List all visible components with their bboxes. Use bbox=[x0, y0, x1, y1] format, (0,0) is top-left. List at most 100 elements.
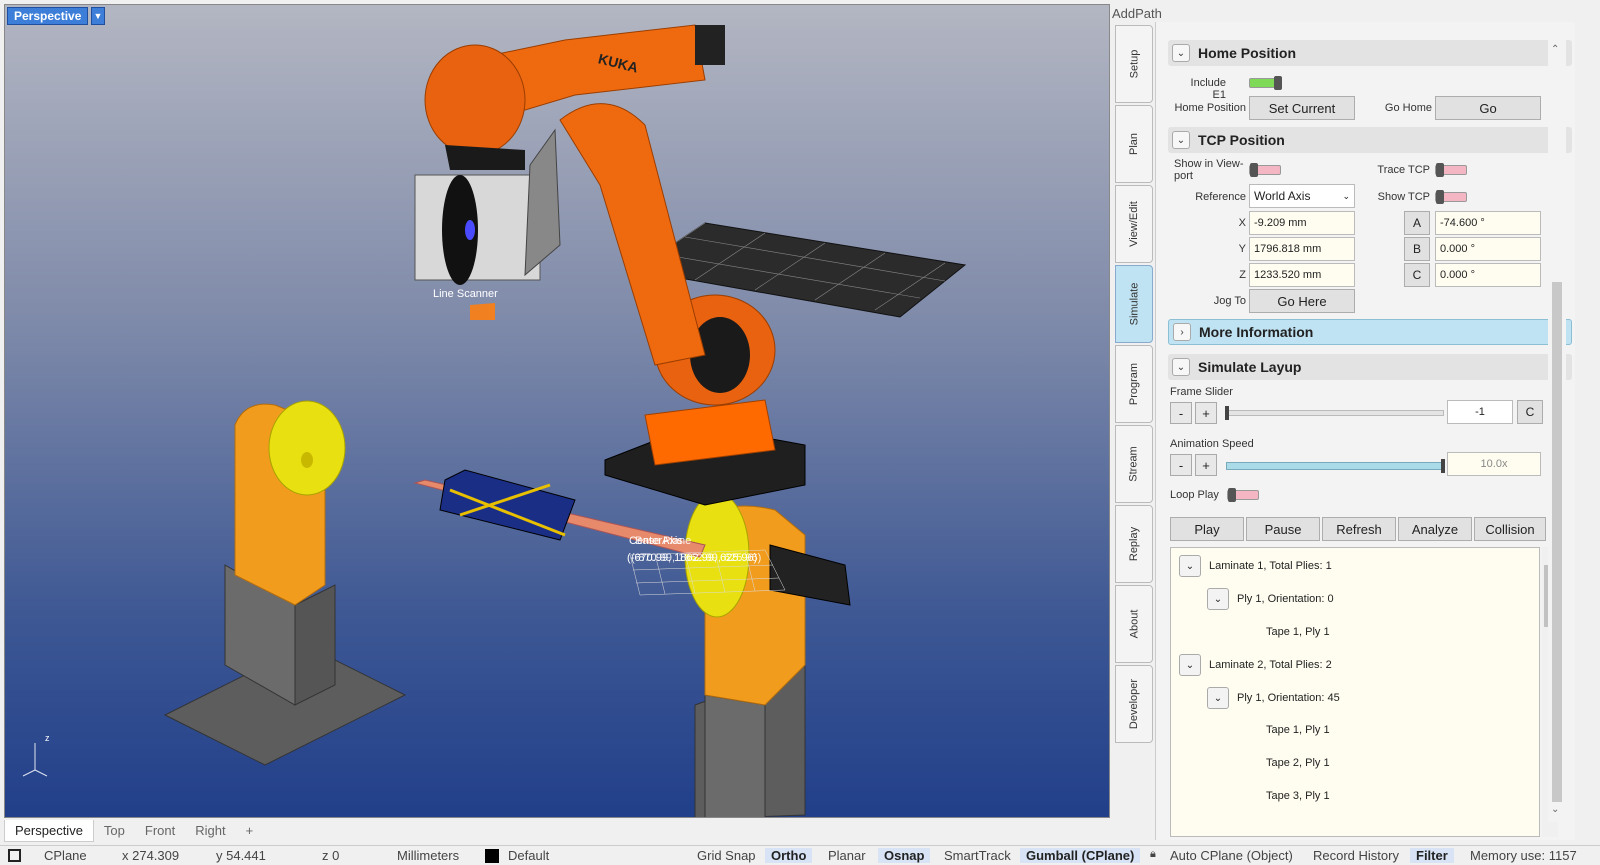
tree-node[interactable]: ⌄ Ply 1, Orientation: 45 bbox=[1207, 687, 1340, 709]
planar-toggle[interactable]: Planar bbox=[828, 848, 866, 863]
tab-program[interactable]: Program bbox=[1115, 345, 1153, 423]
frame-clear-button[interactable]: C bbox=[1517, 400, 1543, 424]
home-position-header[interactable]: ⌄ Home Position bbox=[1168, 40, 1572, 66]
chevron-down-icon[interactable]: ⌄ bbox=[1179, 555, 1201, 577]
scroll-down-icon[interactable]: ⌄ bbox=[1551, 804, 1559, 815]
tab-simulate[interactable]: Simulate bbox=[1115, 265, 1153, 343]
osnap-toggle[interactable]: Osnap bbox=[878, 848, 931, 863]
speed-slider-thumb[interactable] bbox=[1441, 459, 1445, 473]
tab-right[interactable]: Right bbox=[185, 820, 235, 842]
speed-minus-button[interactable]: - bbox=[1170, 454, 1192, 476]
viewport-title[interactable]: Perspective bbox=[7, 7, 89, 25]
jog-to-label: Jog To bbox=[1213, 295, 1246, 307]
c-field[interactable]: 0.000 ° bbox=[1435, 263, 1541, 287]
tree-node[interactable]: Tape 2, Ply 1 bbox=[1266, 757, 1330, 769]
lock-icon[interactable]: 🔒︎ bbox=[1150, 848, 1156, 861]
units-label[interactable]: Millimeters bbox=[397, 848, 459, 863]
tab-plan[interactable]: Plan bbox=[1115, 105, 1153, 183]
chevron-down-icon[interactable]: ⌄ bbox=[1172, 131, 1190, 149]
frame-slider-track[interactable] bbox=[1225, 406, 1444, 420]
y-field[interactable]: 1796.818 mm bbox=[1249, 237, 1355, 261]
collision-button[interactable]: Collision bbox=[1474, 517, 1546, 541]
smarttrack-toggle[interactable]: SmartTrack bbox=[944, 848, 1011, 863]
b-field[interactable]: 0.000 ° bbox=[1435, 237, 1541, 261]
play-button[interactable]: Play bbox=[1170, 517, 1244, 541]
home-position-label: Home Position bbox=[1174, 102, 1246, 114]
viewport-toggle-icon[interactable] bbox=[8, 849, 21, 862]
gumball-toggle[interactable]: Gumball (CPlane) bbox=[1020, 848, 1141, 863]
tab-perspective[interactable]: Perspective bbox=[4, 820, 94, 842]
a-field[interactable]: -74.600 ° bbox=[1435, 211, 1541, 235]
grid-snap-toggle[interactable]: Grid Snap bbox=[697, 848, 756, 863]
speed-plus-button[interactable]: + bbox=[1195, 454, 1217, 476]
loop-play-label: Loop Play bbox=[1170, 489, 1219, 501]
frame-slider-thumb[interactable] bbox=[1225, 406, 1229, 420]
analyze-button[interactable]: Analyze bbox=[1398, 517, 1472, 541]
speed-value-field[interactable]: 10.0x bbox=[1447, 452, 1541, 476]
viewport-menu-arrow-icon[interactable]: ▼ bbox=[91, 7, 105, 25]
b-button[interactable]: B bbox=[1404, 237, 1430, 261]
a-button[interactable]: A bbox=[1404, 211, 1430, 235]
set-current-button[interactable]: Set Current bbox=[1249, 96, 1355, 120]
frame-value-field[interactable]: -1 bbox=[1447, 400, 1513, 424]
tree-node-label: Tape 3, Ply 1 bbox=[1266, 790, 1330, 802]
speed-slider-track[interactable] bbox=[1226, 459, 1445, 473]
tab-view-edit[interactable]: View/Edit bbox=[1115, 185, 1153, 263]
filter-toggle[interactable]: Filter bbox=[1410, 848, 1454, 863]
scroll-up-icon[interactable]: ⌃ bbox=[1551, 44, 1559, 55]
go-home-button[interactable]: Go bbox=[1435, 96, 1541, 120]
add-tab-icon[interactable]: + bbox=[236, 820, 264, 842]
tab-replay[interactable]: Replay bbox=[1115, 505, 1153, 583]
chevron-down-icon[interactable]: ⌄ bbox=[1172, 358, 1190, 376]
show-in-viewport-toggle[interactable] bbox=[1249, 163, 1281, 177]
simulate-layup-header[interactable]: ⌄ Simulate Layup bbox=[1168, 354, 1572, 380]
c-button[interactable]: C bbox=[1404, 263, 1430, 287]
ortho-toggle[interactable]: Ortho bbox=[765, 848, 813, 863]
panel-scrollbar-thumb[interactable] bbox=[1552, 282, 1562, 802]
trace-tcp-toggle[interactable] bbox=[1435, 163, 1467, 177]
frame-plus-button[interactable]: + bbox=[1195, 402, 1217, 424]
tree-node[interactable]: ⌄ Laminate 1, Total Plies: 1 bbox=[1179, 555, 1332, 577]
addpath-panel: ⌄ Home Position Include E1 Home Position… bbox=[1155, 22, 1575, 840]
tab-about[interactable]: About bbox=[1115, 585, 1153, 663]
auto-cplane-toggle[interactable]: Auto CPlane (Object) bbox=[1170, 848, 1293, 863]
tree-node[interactable]: Tape 1, Ply 1 bbox=[1266, 626, 1330, 638]
status-bar: CPlane x 274.309 y 54.441 z 0 Millimeter… bbox=[0, 845, 1600, 865]
chevron-down-icon[interactable]: ⌄ bbox=[1179, 654, 1201, 676]
cplane-label[interactable]: CPlane bbox=[44, 848, 87, 863]
tab-label: Setup bbox=[1128, 49, 1140, 79]
tab-stream[interactable]: Stream bbox=[1115, 425, 1153, 503]
panel-scrollbar[interactable]: ⌃ ⌄ bbox=[1548, 22, 1566, 822]
loop-play-toggle[interactable] bbox=[1227, 488, 1259, 502]
tab-top[interactable]: Top bbox=[94, 820, 135, 842]
show-tcp-toggle[interactable] bbox=[1435, 190, 1467, 204]
pause-button[interactable]: Pause bbox=[1246, 517, 1320, 541]
chevron-down-icon[interactable]: ⌄ bbox=[1207, 687, 1229, 709]
include-e1-toggle[interactable] bbox=[1249, 76, 1282, 90]
viewport-tabs: Perspective Top Front Right + bbox=[4, 820, 1110, 842]
3d-viewport[interactable]: Perspective ▼ KUKA Line Scanner CenterAx… bbox=[4, 4, 1110, 818]
tab-developer[interactable]: Developer bbox=[1115, 665, 1153, 743]
record-history-toggle[interactable]: Record History bbox=[1313, 848, 1399, 863]
tcp-position-header[interactable]: ⌄ TCP Position bbox=[1168, 127, 1572, 153]
chevron-right-icon[interactable]: › bbox=[1173, 323, 1191, 341]
tree-node[interactable]: Tape 1, Ply 1 bbox=[1266, 724, 1330, 736]
tree-node-label: Ply 1, Orientation: 45 bbox=[1237, 692, 1340, 704]
frame-minus-button[interactable]: - bbox=[1170, 402, 1192, 424]
x-field[interactable]: -9.209 mm bbox=[1249, 211, 1355, 235]
tree-node[interactable]: Tape 3, Ply 1 bbox=[1266, 790, 1330, 802]
reference-select[interactable]: World Axis ⌄ bbox=[1249, 184, 1355, 208]
go-here-button[interactable]: Go Here bbox=[1249, 289, 1355, 313]
tree-node[interactable]: ⌄ Ply 1, Orientation: 0 bbox=[1207, 588, 1334, 610]
tree-node[interactable]: ⌄ Laminate 2, Total Plies: 2 bbox=[1179, 654, 1332, 676]
refresh-button[interactable]: Refresh bbox=[1322, 517, 1396, 541]
chevron-down-icon[interactable]: ⌄ bbox=[1207, 588, 1229, 610]
z-field[interactable]: 1233.520 mm bbox=[1249, 263, 1355, 287]
tab-setup[interactable]: Setup bbox=[1115, 25, 1153, 103]
chevron-down-icon[interactable]: ⌄ bbox=[1172, 44, 1190, 62]
tab-front[interactable]: Front bbox=[135, 820, 185, 842]
trace-tcp-label: Trace TCP bbox=[1377, 164, 1430, 176]
right-positioner bbox=[684, 492, 851, 817]
more-information-header[interactable]: › More Information bbox=[1168, 319, 1572, 345]
layer-label[interactable]: Default bbox=[508, 848, 549, 863]
